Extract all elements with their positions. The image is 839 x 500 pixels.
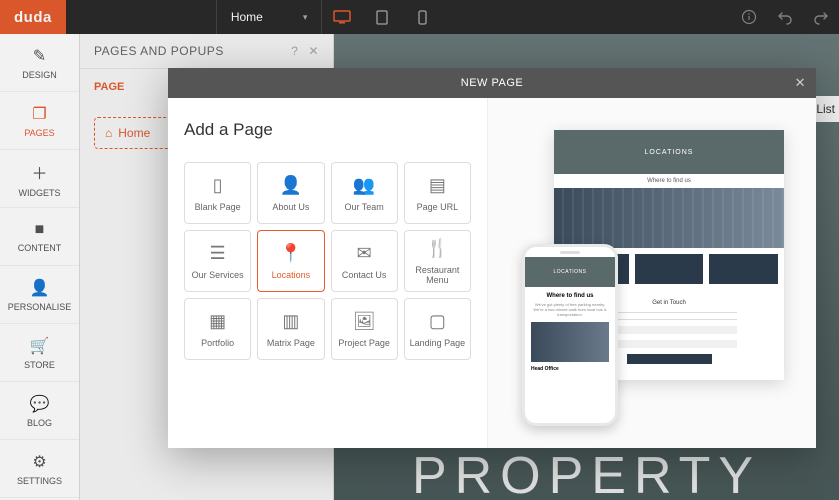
tile-label: Landing Page bbox=[410, 338, 466, 348]
preview-mobile-heading: Where to find us bbox=[531, 293, 609, 299]
tile-portfolio[interactable]: ▦ Portfolio bbox=[184, 298, 251, 360]
people-icon: 👥 bbox=[353, 175, 375, 196]
tile-label: Project Page bbox=[338, 338, 390, 348]
document-icon: ▯ bbox=[213, 175, 223, 196]
tile-matrix-page[interactable]: ▥ Matrix Page bbox=[257, 298, 324, 360]
preview-mobile-label: Head Office bbox=[531, 366, 609, 372]
preview-mobile: LOCATIONS Where to find us We've got ple… bbox=[522, 244, 618, 426]
modal-left-panel: Add a Page ▯ Blank Page 👤 About Us 👥 Our… bbox=[168, 98, 488, 448]
tile-label: Portfolio bbox=[201, 338, 234, 348]
tile-project-page[interactable]: 🖼 Project Page bbox=[331, 298, 398, 360]
tile-label: Blank Page bbox=[195, 202, 241, 212]
tile-label: About Us bbox=[272, 202, 309, 212]
tile-label: Page URL bbox=[417, 202, 459, 212]
grid-icon: ▦ bbox=[209, 311, 226, 332]
tile-page-url[interactable]: ▤ Page URL bbox=[404, 162, 471, 224]
image-icon: 🖼 bbox=[353, 311, 376, 332]
tile-label: Restaurant Menu bbox=[407, 265, 468, 285]
tile-contact-us[interactable]: ✉ Contact Us bbox=[331, 230, 398, 292]
page-template-grid: ▯ Blank Page 👤 About Us 👥 Our Team ▤ Pag… bbox=[184, 162, 471, 360]
preview-subheading: Where to find us bbox=[554, 174, 784, 188]
preview-mobile-hero: LOCATIONS bbox=[525, 257, 615, 287]
tile-label: Matrix Page bbox=[267, 338, 315, 348]
list-icon: ☰ bbox=[210, 243, 226, 264]
close-modal-icon[interactable]: ✕ bbox=[795, 75, 806, 91]
tile-landing-page[interactable]: ▢ Landing Page bbox=[404, 298, 471, 360]
modal-header: NEW PAGE ✕ bbox=[168, 68, 816, 98]
tile-our-services[interactable]: ☰ Our Services bbox=[184, 230, 251, 292]
pin-icon: 📍 bbox=[280, 243, 302, 264]
person-icon: 👤 bbox=[280, 175, 302, 196]
template-preview: LOCATIONS Where to find us Get in Touch … bbox=[488, 98, 816, 448]
tile-about-us[interactable]: 👤 About Us bbox=[257, 162, 324, 224]
layout-icon: ▢ bbox=[429, 311, 446, 332]
preview-form-title: Get in Touch bbox=[652, 300, 686, 306]
tile-locations[interactable]: 📍 Locations bbox=[257, 230, 324, 292]
tile-label: Our Team bbox=[344, 202, 383, 212]
preview-mobile-text: We've got plenty of free parking nearby.… bbox=[531, 302, 609, 318]
tile-label: Contact Us bbox=[342, 270, 387, 280]
matrix-icon: ▥ bbox=[282, 311, 299, 332]
tile-our-team[interactable]: 👥 Our Team bbox=[331, 162, 398, 224]
preview-hero: LOCATIONS bbox=[554, 130, 784, 174]
preview-image bbox=[554, 188, 784, 248]
modal-header-title: NEW PAGE bbox=[461, 77, 523, 89]
tile-blank-page[interactable]: ▯ Blank Page bbox=[184, 162, 251, 224]
utensils-icon: 🍴 bbox=[426, 238, 448, 259]
link-page-icon: ▤ bbox=[429, 175, 446, 196]
envelope-icon: ✉ bbox=[357, 243, 372, 264]
tile-label: Our Services bbox=[192, 270, 244, 280]
modal-title: Add a Page bbox=[184, 120, 471, 140]
new-page-modal: NEW PAGE ✕ Add a Page ▯ Blank Page 👤 Abo… bbox=[168, 68, 816, 448]
tile-restaurant-menu[interactable]: 🍴 Restaurant Menu bbox=[404, 230, 471, 292]
tile-label: Locations bbox=[272, 270, 311, 280]
